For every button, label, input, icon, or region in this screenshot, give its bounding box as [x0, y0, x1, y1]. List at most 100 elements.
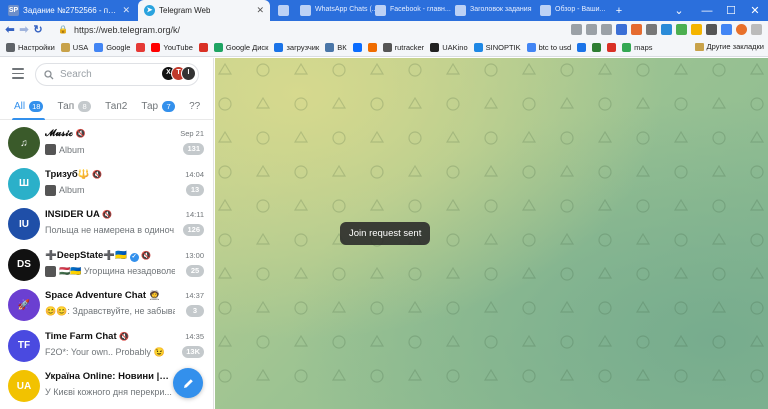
doodle-shape: [255, 164, 271, 177]
doodle-shape: [370, 369, 384, 383]
background-tab-title[interactable]: Заголовок задания: [470, 6, 532, 13]
bookmark-star-icon[interactable]: [601, 24, 612, 35]
folder-tab[interactable]: Тап2: [105, 94, 127, 120]
bookmark-label: Google Диск: [225, 42, 269, 52]
extension-icon[interactable]: [721, 24, 732, 35]
menu-icon[interactable]: [12, 68, 24, 80]
bookmark-item[interactable]: [352, 42, 362, 52]
search-input[interactable]: Search X T I: [35, 63, 199, 86]
bookmark-item[interactable]: [367, 42, 377, 52]
folder-tab[interactable]: ??: [189, 94, 200, 120]
unread-badge: 3: [186, 305, 204, 317]
bookmark-label: Настройки: [18, 42, 55, 52]
chat-time: 14:37: [185, 291, 204, 300]
background-tab-icon[interactable]: [278, 5, 289, 16]
chat-row[interactable]: Ш Тризуб🔱 🔇 Album 14:04 13: [0, 165, 213, 206]
new-message-button[interactable]: [173, 368, 203, 398]
bookmark-item[interactable]: Настройки: [6, 42, 55, 52]
bookmark-item[interactable]: btc to usd: [526, 42, 572, 52]
bookmark-item[interactable]: Google: [94, 42, 130, 52]
avatar[interactable]: I: [181, 66, 196, 81]
google-icon: [94, 42, 104, 52]
bookmark-item[interactable]: UAKino: [430, 42, 468, 52]
vk-icon: [325, 42, 335, 52]
doodle-shape: [749, 130, 765, 143]
bookmark-item[interactable]: [136, 42, 146, 52]
bookmark-label: btc to usd: [538, 42, 572, 52]
doodle-shape: [674, 369, 688, 383]
close-icon[interactable]: ✕: [256, 5, 264, 16]
bookmark-item[interactable]: ВК: [325, 42, 347, 52]
doodle-shape: [217, 334, 233, 347]
other-bookmarks[interactable]: Другие закладки: [694, 42, 764, 51]
folder-tab[interactable]: Тар 7: [141, 94, 176, 120]
bookmark-item[interactable]: USA: [60, 42, 88, 52]
bookmark-item[interactable]: [592, 42, 602, 52]
menu-dots-icon[interactable]: [751, 24, 762, 35]
share-icon[interactable]: [586, 24, 597, 35]
doodle-shape: [522, 97, 536, 111]
close-window-icon[interactable]: ✕: [744, 0, 766, 21]
extension-icon[interactable]: [676, 24, 687, 35]
reload-icon[interactable]: ↻: [31, 21, 45, 38]
extension-icon[interactable]: [646, 24, 657, 35]
chat-row[interactable]: 🚀 Space Adventure Chat 🧑‍🚀 😊😊: Здравствуйт…: [0, 286, 213, 327]
folder-tabs: All 18 Тап 8 Тап2 Тар 7??: [0, 94, 213, 120]
chat-title: Time Farm Chat 🔇: [45, 331, 170, 342]
lock-icon[interactable]: 🔒: [58, 25, 68, 34]
folder-tab[interactable]: Тап 8: [57, 94, 92, 120]
doodle-shape: [635, 96, 651, 109]
address-bar[interactable]: 🔒 https://web.telegram.org/k/: [58, 22, 180, 37]
bookmark-item[interactable]: YouTube: [151, 42, 193, 52]
chat-avatar: Ш: [8, 167, 40, 200]
chat-row[interactable]: DS ➕DeepState➕🇺🇦 ✓ 🔇 🇭🇺🇺🇦 Угорщина незадов…: [0, 246, 213, 287]
chat-row[interactable]: TF Time Farm Chat 🔇 F2O*: Your own.. Proba…: [0, 327, 213, 368]
new-tab-icon[interactable]: +: [612, 0, 626, 21]
background-tab-icon[interactable]: [540, 5, 551, 16]
background-tab-icon[interactable]: [300, 5, 311, 16]
browser-tab-telegram[interactable]: ➤ Telegram Web ✕: [138, 0, 270, 21]
extension-icon[interactable]: [616, 24, 627, 35]
chat-row[interactable]: IU INSIDER UA 🔇 Польща не намерена в одино…: [0, 205, 213, 246]
background-tab-title[interactable]: Обзор - Ваши...: [555, 6, 605, 13]
profile-avatar[interactable]: [736, 24, 747, 35]
bookmark-item[interactable]: SINOPTIK: [473, 42, 521, 52]
folder-tab[interactable]: All 18: [11, 94, 46, 120]
close-icon[interactable]: ✕: [122, 5, 130, 16]
doodle-shape: [255, 300, 271, 313]
background-tab-title[interactable]: Facebook - главн...: [390, 6, 451, 13]
doodle-shape: [598, 233, 612, 247]
chat-row[interactable]: ♫ 𝓜𝓾𝓼𝓲𝓬 🔇 Album Sep 21 131: [0, 124, 213, 165]
preview-text: F2O*: Your own.. Probably 😉: [45, 346, 165, 357]
bookmark-item[interactable]: загрузчик: [274, 42, 319, 52]
browser-tab-task[interactable]: SP Задание №2752566 - просмотр з ✕: [2, 0, 136, 21]
back-arrow-icon[interactable]: ⬅: [3, 21, 17, 38]
forward-arrow-icon[interactable]: ➡: [17, 21, 31, 38]
bookmark-item[interactable]: maps: [622, 42, 653, 52]
toast-text: Join request sent: [349, 228, 422, 239]
story-avatars[interactable]: X T I: [161, 66, 196, 81]
bookmark-item[interactable]: [607, 42, 617, 52]
extension-icon[interactable]: [661, 24, 672, 35]
tab-search-icon[interactable]: ⌄: [670, 0, 688, 21]
url-text[interactable]: https://web.telegram.org/k/: [74, 25, 180, 35]
doodle-shape: [750, 301, 764, 315]
puzzle-icon[interactable]: [706, 24, 717, 35]
tab-title: Задание №2752566 - просмотр з: [23, 6, 118, 15]
bookmark-item[interactable]: Google Диск: [213, 42, 269, 52]
bookmark-item[interactable]: [198, 42, 208, 52]
extension-icon[interactable]: [631, 24, 642, 35]
extension-icon[interactable]: [691, 24, 702, 35]
doodle-shape: [597, 266, 613, 279]
background-tab-icon[interactable]: [375, 5, 386, 16]
zoom-icon[interactable]: [571, 24, 582, 35]
doodle-shape: [750, 97, 764, 111]
maximize-icon[interactable]: ☐: [720, 0, 742, 21]
search-placeholder: Search: [60, 69, 92, 80]
doodle-shape: [521, 130, 537, 143]
bookmark-item[interactable]: rutracker: [382, 42, 424, 52]
background-tab-title[interactable]: WhatsApp Chats (...): [315, 6, 380, 13]
bookmark-item[interactable]: [577, 42, 587, 52]
minimize-icon[interactable]: —: [696, 0, 718, 21]
background-tab-icon[interactable]: [455, 5, 466, 16]
